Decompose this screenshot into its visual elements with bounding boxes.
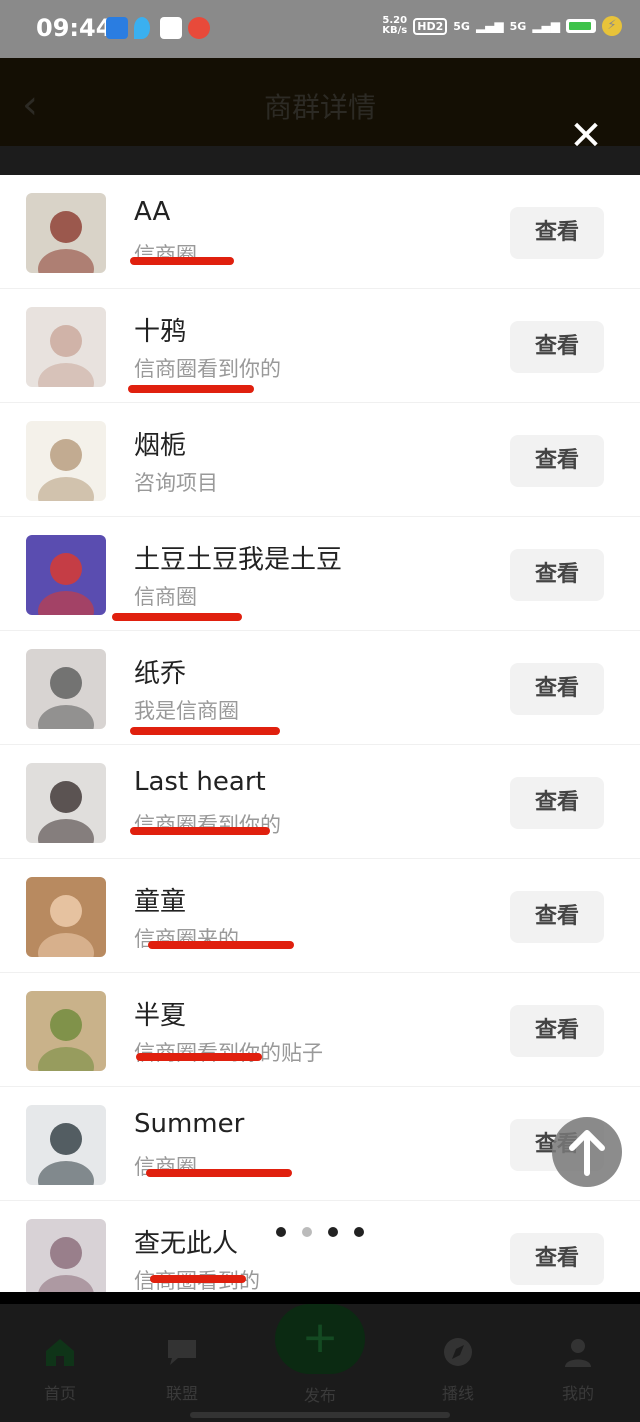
- dot: [354, 1227, 364, 1237]
- list-item: 半夏信商圈看到你的贴子 查看: [0, 973, 640, 1087]
- view-button[interactable]: 查看: [510, 1233, 604, 1285]
- overlay-strip: [0, 146, 640, 175]
- member-name: AA: [134, 197, 171, 227]
- red-annotation-underline: [112, 613, 242, 621]
- bottom-nav: 首页 联盟 + 发布 播线 我的: [0, 1304, 640, 1422]
- nav-label: 我的: [561, 1384, 594, 1403]
- member-name: 童童: [134, 887, 187, 917]
- signal-bars-icon-2: ▂▄▆: [532, 19, 560, 33]
- red-annotation-underline: [148, 941, 294, 949]
- member-note: 我是信商圈: [134, 699, 239, 723]
- avatar[interactable]: [26, 535, 106, 615]
- member-name: Last heart: [134, 767, 266, 797]
- dot: [328, 1227, 338, 1237]
- view-button[interactable]: 查看: [510, 777, 604, 829]
- member-list-modal: AA 信商圈 查看 十鸦 信商圈看到你的 查看 烟栀 咨询项目 查看 土豆土豆我是土豆 信商圈 查看纸…: [0, 175, 640, 1292]
- plus-icon: +: [301, 1312, 339, 1363]
- view-button[interactable]: 查看: [510, 891, 604, 943]
- hd-badge: HD2: [413, 17, 448, 35]
- scroll-top-button[interactable]: [552, 1117, 622, 1187]
- avatar[interactable]: [26, 991, 106, 1071]
- member-name: 查无此人: [134, 1229, 239, 1259]
- list-item: 烟栀咨询项目 查看: [0, 403, 640, 517]
- battery-icon: [566, 19, 596, 33]
- dot: [302, 1227, 312, 1237]
- member-note: 信商圈看到你的贴子: [134, 1037, 323, 1067]
- status-time: 09:44: [36, 14, 113, 42]
- member-name: Summer: [134, 1109, 245, 1139]
- nav-label: 首页: [43, 1384, 76, 1403]
- list-item: Summer信商圈查看: [0, 1087, 640, 1201]
- avatar[interactable]: [26, 193, 106, 273]
- nav-label: 播线: [441, 1384, 474, 1403]
- droplet-icon: [134, 17, 150, 39]
- home-indicator: [190, 1412, 450, 1418]
- nav-discover[interactable]: 播线: [418, 1336, 498, 1404]
- member-note: 信商圈: [134, 585, 197, 609]
- view-button[interactable]: 查看: [510, 549, 604, 601]
- view-button[interactable]: 查看: [510, 321, 604, 373]
- avatar[interactable]: [26, 877, 106, 957]
- status-right: 5.20 KB/s HD2 5G ▂▄▆ 5G ▂▄▆ ⚡: [382, 16, 622, 36]
- avatar[interactable]: [26, 763, 106, 843]
- member-name: 半夏: [134, 1001, 187, 1031]
- chat-icon: [168, 1340, 196, 1365]
- list-item: 查无此人信商圈看到的查看: [0, 1201, 640, 1292]
- nav-home[interactable]: 首页: [20, 1336, 100, 1404]
- page-title: 商群详情: [263, 91, 376, 124]
- red-annotation-underline: [150, 1275, 246, 1283]
- home-icon: [46, 1339, 74, 1366]
- member-name: 十鸦: [134, 317, 187, 347]
- nav-label: 联盟: [165, 1384, 198, 1403]
- view-button[interactable]: 查看: [510, 207, 604, 259]
- nav-mine[interactable]: 我的: [538, 1336, 618, 1404]
- compass-icon: [444, 1338, 472, 1366]
- nav-label: 发布: [303, 1386, 336, 1405]
- game-icon: [188, 17, 210, 39]
- nav-alliance[interactable]: 联盟: [142, 1336, 222, 1404]
- charging-icon: ⚡: [602, 16, 622, 36]
- signal-1: 5G: [453, 19, 470, 33]
- list-item: 童童 信商圈来的 查看: [0, 859, 640, 973]
- divider: [0, 1292, 640, 1304]
- list-item: 纸乔我是信商圈 查看: [0, 631, 640, 745]
- app-header: ‹ 商群详情 ✕: [0, 58, 640, 156]
- status-bar: 09:44 5.20 KB/s HD2 5G ▂▄▆ 5G ▂▄▆ ⚡: [0, 0, 640, 58]
- user-icon: [565, 1339, 591, 1367]
- list-item: Last heart 信商圈看到你的 查看: [0, 745, 640, 859]
- view-button[interactable]: 查看: [510, 663, 604, 715]
- signal-2: 5G: [509, 19, 527, 33]
- member-note: 咨询项目: [134, 471, 218, 495]
- list-item: AA 信商圈 查看: [0, 175, 640, 289]
- red-annotation-underline: [130, 827, 270, 835]
- avatar[interactable]: [26, 1105, 106, 1185]
- publish-button[interactable]: +: [275, 1304, 365, 1374]
- avatar[interactable]: [26, 1219, 106, 1292]
- app-icon: [160, 17, 182, 39]
- member-name: 烟栀: [134, 431, 187, 461]
- avatar[interactable]: [26, 649, 106, 729]
- red-annotation-underline: [128, 385, 254, 393]
- red-annotation-underline: [130, 727, 280, 735]
- member-name: 纸乔: [134, 659, 187, 689]
- arrow-up-icon: [569, 1130, 605, 1176]
- member-note: 信商圈看到你的: [134, 357, 281, 381]
- dot: [276, 1227, 286, 1237]
- page-dots: [276, 1227, 364, 1237]
- red-annotation-underline: [146, 1169, 292, 1177]
- avatar[interactable]: [26, 307, 106, 387]
- avatar[interactable]: [26, 421, 106, 501]
- message-icon: [106, 17, 128, 39]
- red-annotation-underline: [136, 1053, 262, 1061]
- red-annotation-underline: [130, 257, 234, 265]
- view-button[interactable]: 查看: [510, 435, 604, 487]
- net-speed: 5.20 KB/s: [382, 15, 408, 36]
- signal-bars-icon: ▂▄▆: [475, 19, 504, 33]
- member-name: 土豆土豆我是土豆: [134, 545, 343, 575]
- list-item: 土豆土豆我是土豆信商圈 查看: [0, 517, 640, 631]
- view-button[interactable]: 查看: [510, 1005, 604, 1057]
- list-item: 十鸦信商圈看到你的 查看: [0, 289, 640, 403]
